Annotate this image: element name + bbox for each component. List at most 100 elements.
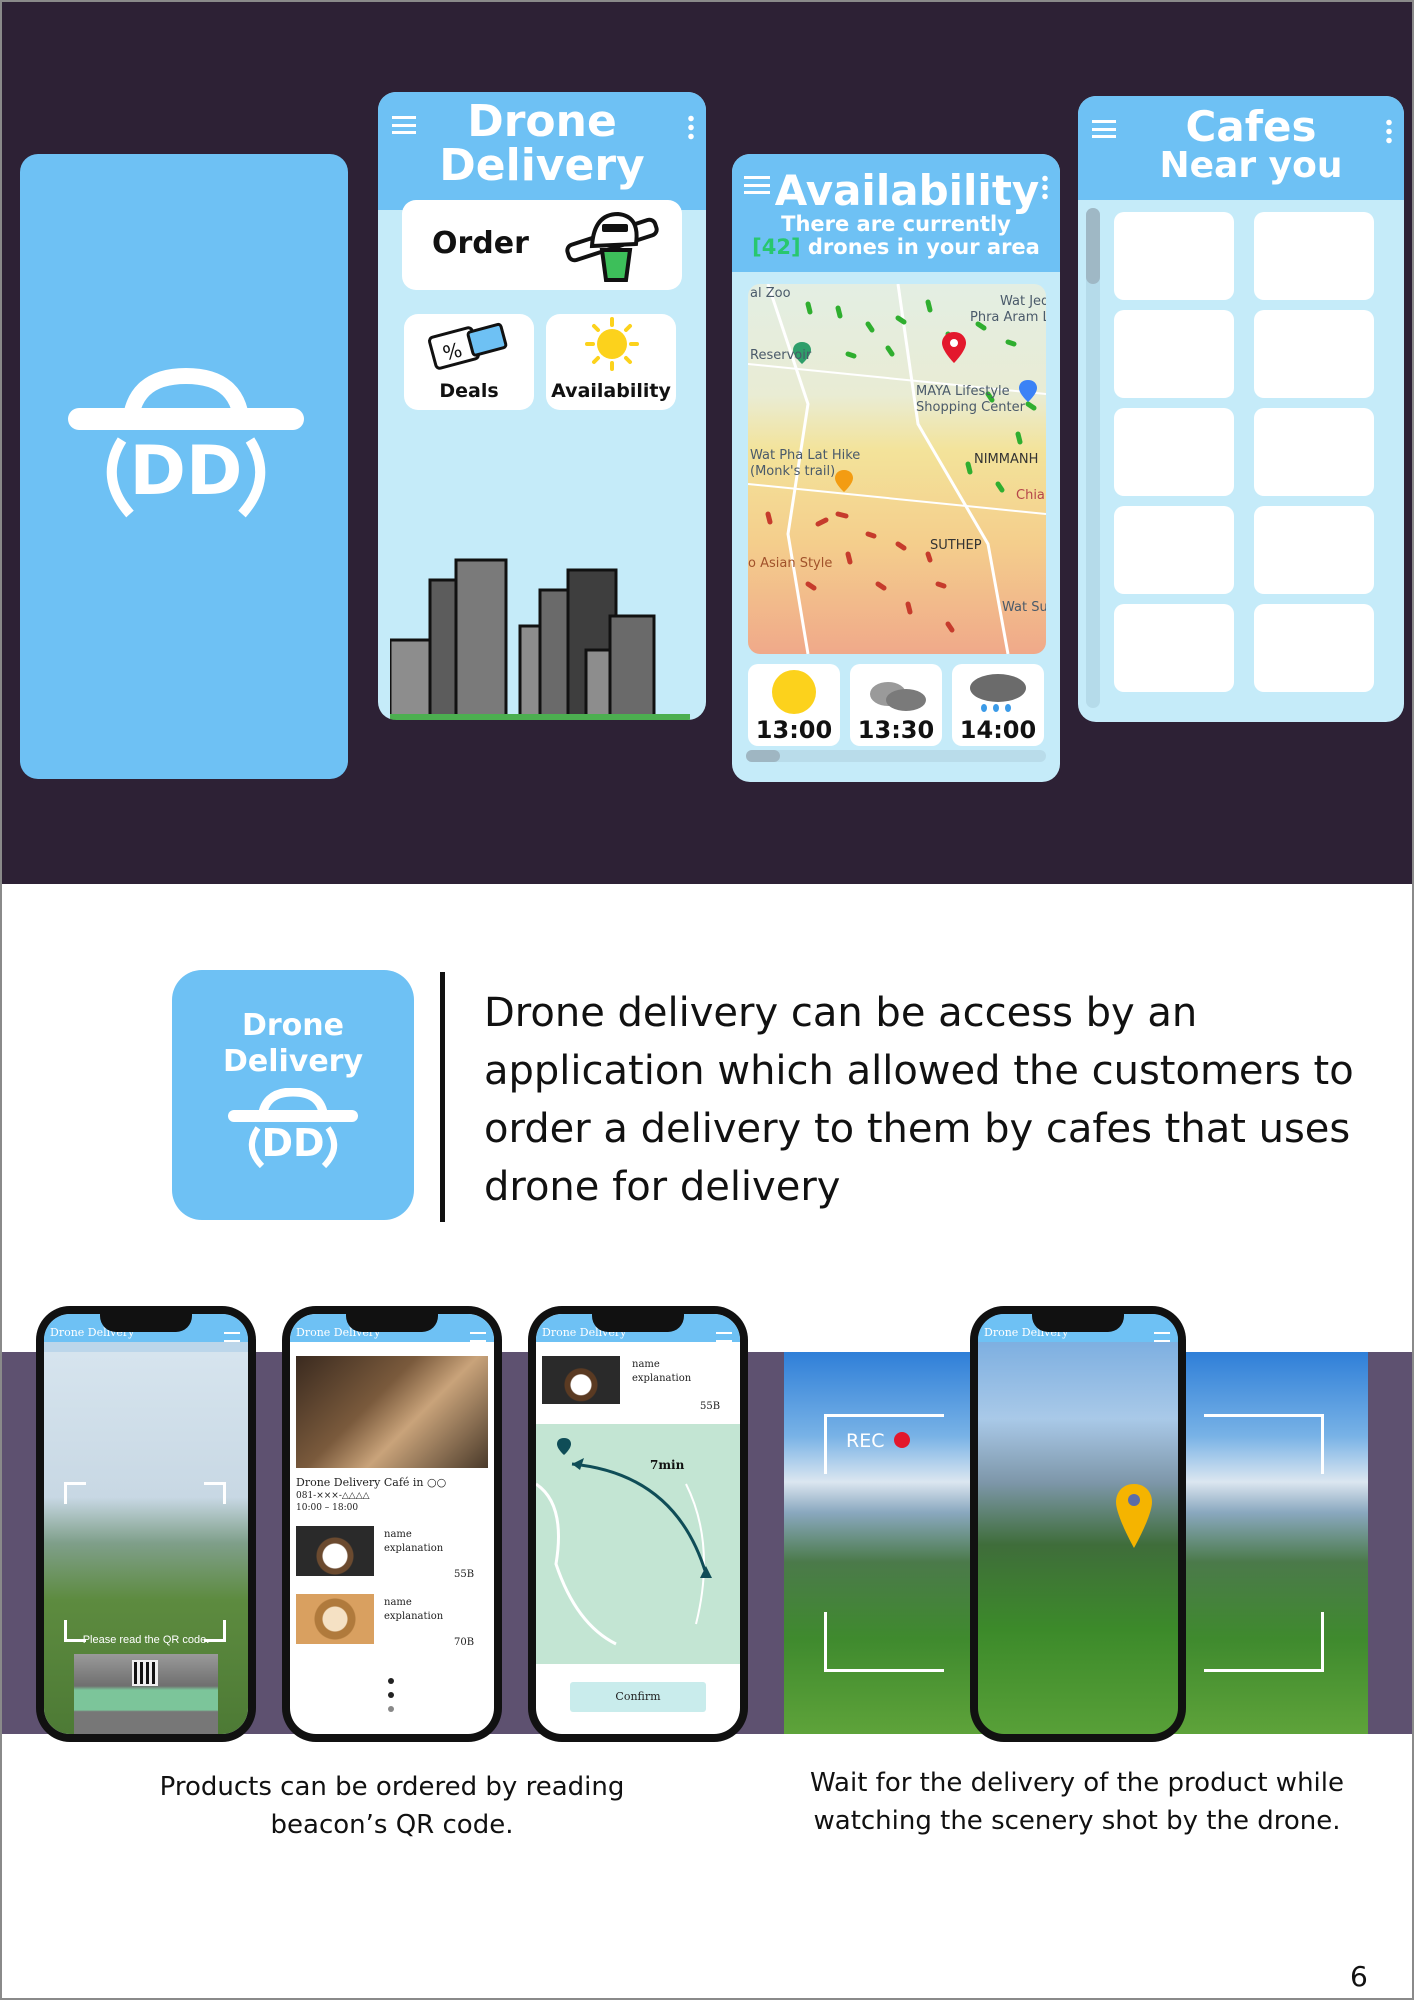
scan-corner: [64, 1482, 86, 1504]
rec-indicator-icon: [894, 1432, 910, 1448]
menu-icon[interactable]: [1154, 1332, 1170, 1342]
menu-icon[interactable]: [392, 116, 416, 134]
phone-notch: [592, 1314, 684, 1332]
map-label: Shopping Center: [916, 400, 1025, 415]
item-explanation: explanation: [384, 1543, 444, 1554]
app-screens-band: DD Drone Delivery Order % Deals Availabi…: [2, 2, 1412, 884]
drone-count: [42]: [752, 235, 801, 259]
menu-icon[interactable]: [716, 1332, 732, 1342]
app-icon-title-1: Drone: [241, 1008, 344, 1043]
map-label: Wat Su: [1002, 600, 1046, 615]
order-button[interactable]: Order: [402, 200, 682, 290]
drone-map[interactable]: al Zoo Wat Jed Phra Aram L Reservoir MAY…: [748, 284, 1046, 654]
cafe-tile[interactable]: [1254, 212, 1374, 300]
weather-1300: 13:00: [748, 664, 840, 746]
coffee-photo: [542, 1356, 620, 1404]
page: DD Drone Delivery Order % Deals Availabi…: [0, 0, 1414, 2000]
home-title-2: Delivery: [439, 140, 645, 191]
route-map[interactable]: 7min: [536, 1424, 740, 1664]
deals-label: Deals: [439, 380, 499, 402]
scan-corner: [204, 1482, 226, 1504]
home-header: Drone Delivery: [378, 92, 706, 210]
map-label: o Asian Style: [748, 556, 833, 571]
coupon-icon: %: [426, 322, 512, 372]
cafes-title-1: Cafes: [1185, 102, 1317, 151]
item-explanation: explanation: [384, 1611, 444, 1622]
caption-right: Wait for the delivery of the product whi…: [810, 1768, 1344, 1836]
menu-icon[interactable]: [744, 176, 770, 194]
cafe-tile[interactable]: [1114, 212, 1234, 300]
availability-subtitle-2: [42] drones in your area: [752, 235, 1040, 259]
home-title-1: Drone: [467, 96, 617, 147]
viewfinder-corner: [824, 1612, 944, 1672]
logo-letters: DD: [261, 1121, 325, 1165]
cafes-title-2: Near you: [1159, 145, 1343, 186]
menu-icon[interactable]: [470, 1332, 486, 1342]
cafe-tile[interactable]: [1254, 310, 1374, 398]
phone-notch: [1032, 1314, 1124, 1332]
cafe-tile[interactable]: [1114, 604, 1234, 692]
phone-notch: [346, 1314, 438, 1332]
more-icon[interactable]: [1386, 118, 1392, 144]
menu-icon[interactable]: [224, 1332, 240, 1342]
weather-time: 14:00: [959, 716, 1037, 744]
qr-hint: Please read the QR code.: [82, 1634, 210, 1646]
rain-cloud-icon: [966, 672, 1030, 714]
route-time: 7min: [650, 1458, 685, 1472]
cafe-hours: 10:00 – 18:00: [296, 1503, 359, 1513]
phone-screen: Drone Delivery: [978, 1314, 1178, 1734]
map-label: Phra Aram L: [970, 310, 1046, 325]
availability-label: Availability: [551, 380, 671, 402]
location-pin-icon: [1114, 1482, 1154, 1552]
item-name: name: [384, 1529, 412, 1540]
availability-screen: Availability There are currently [42] dr…: [732, 154, 1060, 782]
deals-button[interactable]: % Deals: [404, 314, 534, 410]
home-screen: Drone Delivery Order % Deals Availabilit…: [378, 92, 706, 720]
scrollbar-thumb[interactable]: [1086, 208, 1100, 284]
item-price: 55B: [700, 1401, 721, 1412]
coffee-photo[interactable]: [296, 1526, 374, 1576]
cafe-name: Drone Delivery Café in ○○: [296, 1476, 447, 1489]
dd-logo-icon: DD: [68, 367, 304, 518]
pager-dot: [388, 1678, 394, 1684]
weather-time: 13:00: [755, 716, 833, 744]
logo-letters: DD: [129, 432, 243, 511]
more-icon[interactable]: [688, 114, 694, 140]
pager-dot: [388, 1692, 394, 1698]
availability-button[interactable]: Availability: [546, 314, 676, 410]
item-name: name: [384, 1597, 412, 1608]
horizontal-scrollbar[interactable]: [746, 750, 1046, 762]
map-label: NIMMANH: [974, 452, 1039, 467]
latte-photo[interactable]: [296, 1594, 374, 1644]
phone-screen: Drone Delivery Please read the QR code.: [44, 1314, 248, 1734]
menu-icon[interactable]: [1092, 120, 1116, 138]
map-label: Wat Jed: [1000, 294, 1046, 309]
cafe-tile[interactable]: [1114, 506, 1234, 594]
cafes-header: Cafes Near you: [1078, 96, 1404, 200]
map-label: al Zoo: [750, 286, 791, 301]
splash-screen: DD: [20, 154, 348, 779]
caption-left: Products can be ordered by reading beaco…: [159, 1772, 625, 1840]
app-icon-logo: Drone Delivery DD: [172, 970, 414, 1220]
availability-title: Availability: [774, 166, 1040, 215]
cafe-tile[interactable]: [1254, 506, 1374, 594]
page-number: 6: [1350, 1960, 1368, 1993]
map-label: Wat Pha Lat Hike: [750, 448, 861, 463]
cafe-tile[interactable]: [1114, 408, 1234, 496]
scrollbar-thumb[interactable]: [746, 750, 780, 762]
cafe-tile[interactable]: [1254, 604, 1374, 692]
qr-code-icon: [132, 1660, 158, 1686]
divider: [440, 972, 445, 1222]
vertical-scrollbar[interactable]: [1086, 208, 1100, 708]
confirm-button[interactable]: Confirm: [570, 1682, 706, 1712]
cafe-tile[interactable]: [1254, 408, 1374, 496]
drone-cup-icon: [562, 206, 662, 284]
availability-header: Availability There are currently [42] dr…: [732, 154, 1060, 272]
cafe-tile[interactable]: [1114, 310, 1234, 398]
weather-1400: 14:00: [952, 664, 1044, 746]
phone-screen: Drone Delivery Drone Delivery Café in ○○…: [290, 1314, 494, 1734]
more-icon[interactable]: [1042, 174, 1048, 200]
app-icon-title-2: Delivery: [222, 1044, 364, 1079]
phone-route-confirm: Drone Delivery name explanation 55B 7min…: [528, 1306, 748, 1742]
pager-dot: [388, 1706, 394, 1712]
